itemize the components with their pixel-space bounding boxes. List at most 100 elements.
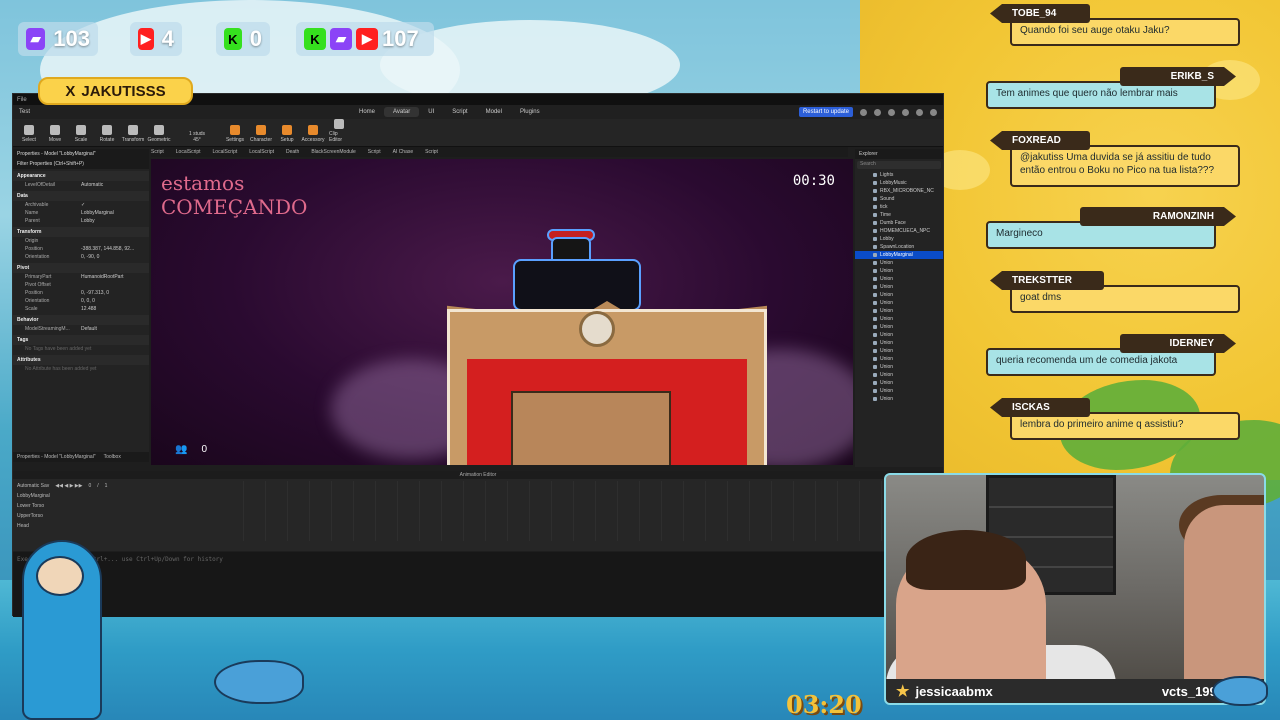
explorer-item[interactable]: Lobby (855, 235, 943, 243)
settings-icon[interactable] (888, 108, 895, 116)
property-row[interactable]: Origin (13, 237, 149, 245)
explorer-item[interactable]: Union (855, 331, 943, 339)
test-tab[interactable]: Test (19, 109, 30, 115)
clip-editor-tool[interactable]: Clip Editor (329, 119, 349, 143)
stud-setting[interactable]: 1 studs 45° (175, 131, 219, 143)
property-row[interactable]: PrimaryPart HumanoidRootPart (13, 273, 149, 281)
explorer-item[interactable]: Union (855, 299, 943, 307)
command-bar[interactable]: Execute script with Ctrl+... use Ctrl+Up… (13, 552, 943, 617)
section-pivot[interactable]: Pivot (13, 263, 149, 273)
explorer-item[interactable]: LobbyMarginal (855, 251, 943, 259)
instance-icon (873, 301, 877, 305)
settings-tool[interactable]: Settings (225, 125, 245, 143)
restart-update-button[interactable]: Restart to update (798, 107, 853, 117)
properties-filter[interactable]: Filter Properties (Ctrl+Shift+P) (13, 159, 149, 169)
explorer-item[interactable]: RBX_MICROBONE_NC (855, 187, 943, 195)
move-tool[interactable]: Move (45, 125, 65, 143)
frame-input[interactable]: 0 (89, 483, 92, 489)
property-row[interactable]: Orientation 0, -90, 0 (13, 253, 149, 261)
geometric-tool[interactable]: Geometric (147, 125, 171, 143)
properties-footer-tab[interactable]: Properties - Model "LobbyMarginal" (17, 454, 96, 460)
explorer-item[interactable]: Union (855, 283, 943, 291)
explorer-item[interactable]: Union (855, 395, 943, 403)
explorer-item[interactable]: Union (855, 307, 943, 315)
accessory-tool[interactable]: Accessory (301, 125, 325, 143)
section-behavior[interactable]: Behavior (13, 315, 149, 325)
doc-tab[interactable]: LocalScript (213, 149, 238, 155)
playback-controls[interactable]: ◀◀ ◀ ▶ ▶▶ (55, 483, 82, 489)
game-viewport[interactable]: estamos COMEÇANDO 00:30 👥 0 (151, 159, 853, 465)
minimize-icon[interactable] (902, 108, 909, 116)
explorer-item[interactable]: tick (855, 203, 943, 211)
track-row[interactable]: UpperTorso (13, 511, 243, 521)
property-row[interactable]: Pivot Offset (13, 281, 149, 289)
explorer-item[interactable]: Union (855, 355, 943, 363)
explorer-item[interactable]: Union (855, 275, 943, 283)
explorer-item[interactable]: Union (855, 291, 943, 299)
select-tool[interactable]: Select (19, 125, 39, 143)
property-row[interactable]: Scale 12.488 (13, 305, 149, 313)
animation-timeline[interactable] (243, 481, 943, 541)
avatar-icon[interactable] (860, 108, 867, 116)
explorer-item[interactable]: Dumb Face (855, 219, 943, 227)
transform-tool[interactable]: Transform (122, 125, 144, 143)
explorer-item[interactable]: Union (855, 315, 943, 323)
file-menu[interactable]: File (17, 97, 27, 103)
explorer-item[interactable]: Sound (855, 195, 943, 203)
property-row[interactable]: Archivable ✓ (13, 201, 149, 209)
doc-tab[interactable]: AI Chase (393, 149, 414, 155)
tab-ui[interactable]: UI (419, 107, 443, 117)
property-row[interactable]: Position 0, -97.313, 0 (13, 289, 149, 297)
property-row[interactable]: Parent Lobby (13, 217, 149, 225)
property-row[interactable]: Orientation 0, 0, 0 (13, 297, 149, 305)
track-row[interactable]: Head (13, 521, 243, 531)
toolbox-footer-tab[interactable]: Toolbox (104, 454, 121, 460)
explorer-item[interactable]: Union (855, 259, 943, 267)
section-appearance[interactable]: Appearance (13, 171, 149, 181)
explorer-item[interactable]: SpawnLocation (855, 243, 943, 251)
explorer-item[interactable]: Lights (855, 171, 943, 179)
close-icon[interactable] (930, 108, 937, 116)
doc-tab[interactable]: Death (286, 149, 299, 155)
doc-tab[interactable]: LocalScript (176, 149, 201, 155)
doc-tab[interactable]: BlackScreenModule (311, 149, 355, 155)
maximize-icon[interactable] (916, 108, 923, 116)
doc-tab[interactable]: LocalScript (249, 149, 274, 155)
section-attributes[interactable]: Attributes (13, 355, 149, 365)
explorer-item[interactable]: Union (855, 371, 943, 379)
property-row[interactable]: ModelStreamingM... Default (13, 325, 149, 333)
doc-tab[interactable]: Script (425, 149, 438, 155)
explorer-item[interactable]: Union (855, 339, 943, 347)
doc-tab[interactable]: Script (368, 149, 381, 155)
explorer-search[interactable]: Search (857, 161, 941, 169)
rotate-tool[interactable]: Rotate (97, 125, 117, 143)
share-icon[interactable] (874, 108, 881, 116)
setup-tool[interactable]: Setup (277, 125, 297, 143)
tab-plugins[interactable]: Plugins (511, 107, 549, 117)
tab-model[interactable]: Model (477, 107, 511, 117)
track-row[interactable]: LobbyMarginal (13, 491, 243, 501)
explorer-item[interactable]: Union (855, 267, 943, 275)
explorer-item[interactable]: Union (855, 323, 943, 331)
explorer-item[interactable]: Time (855, 211, 943, 219)
section-tags[interactable]: Tags (13, 335, 149, 345)
property-row[interactable]: LevelOfDetail Automatic (13, 181, 149, 189)
tab-home[interactable]: Home (350, 107, 384, 117)
explorer-item[interactable]: Union (855, 387, 943, 395)
save-dropdown[interactable]: Automatic Sav (17, 483, 49, 489)
character-tool[interactable]: Character (250, 125, 272, 143)
tab-script[interactable]: Script (443, 107, 476, 117)
doc-tab[interactable]: Script (151, 149, 164, 155)
track-row[interactable]: Lower Torso (13, 501, 243, 511)
tab-avatar[interactable]: Avatar (384, 107, 420, 117)
scale-tool[interactable]: Scale (71, 125, 91, 143)
explorer-item[interactable]: Union (855, 363, 943, 371)
explorer-item[interactable]: HOMEMCUECA_NPC (855, 227, 943, 235)
explorer-item[interactable]: Union (855, 379, 943, 387)
section-data[interactable]: Data (13, 191, 149, 201)
property-row[interactable]: Name LobbyMarginal (13, 209, 149, 217)
property-row[interactable]: Position -388.387, 144.858, 92... (13, 245, 149, 253)
explorer-item[interactable]: Union (855, 347, 943, 355)
explorer-item[interactable]: LobbyMusic (855, 179, 943, 187)
section-transform[interactable]: Transform (13, 227, 149, 237)
